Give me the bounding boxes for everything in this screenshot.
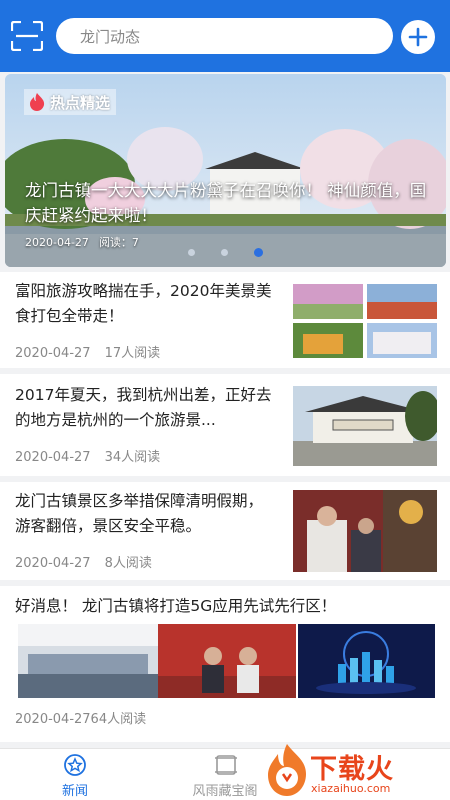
top-bar: 龙门动态: [0, 0, 450, 72]
article-meta: 2020-04-27 17人阅读: [15, 342, 160, 361]
article-title: 龙门古镇景区多举措保障清明假期，游客翻倍，景区安全平稳。: [15, 492, 264, 535]
carousel-indicator[interactable]: [188, 248, 263, 257]
carousel-dot[interactable]: [221, 249, 228, 256]
article-thumbnail: [18, 624, 158, 698]
article-thumbnail: [293, 284, 437, 358]
article-reads: 8人阅读: [104, 556, 152, 571]
article-card[interactable]: 2017年夏天，我到杭州出差，正好去的地方是杭州的一个旅游景... 2020-0…: [0, 374, 450, 476]
article-card[interactable]: 龙门古镇景区多举措保障清明假期，游客翻倍，景区安全平稳。 2020-04-27 8…: [0, 482, 450, 580]
watermark-url: xiazaihuo.com: [311, 782, 391, 795]
nav-label-treasure: 风雨藏宝阁: [192, 784, 258, 799]
hot-tag: 热点精选: [24, 89, 117, 115]
article-meta: 2020-04-2764人阅读: [15, 712, 147, 727]
scroll-icon: [215, 755, 237, 775]
article-date: 2020-04-27: [15, 556, 91, 571]
article-reads: 34人阅读: [104, 450, 161, 465]
scan-icon[interactable]: [10, 20, 44, 52]
plus-icon: [408, 27, 428, 47]
carousel-dot[interactable]: [188, 249, 195, 256]
article-meta: 2020-04-27 34人阅读: [15, 446, 160, 465]
nav-item-treasure[interactable]: 风雨藏宝阁: [175, 749, 275, 800]
search-placeholder: 龙门动态: [80, 28, 141, 46]
fire-logo-icon: [268, 744, 306, 796]
article-date: 2020-04-27: [15, 346, 91, 361]
search-input[interactable]: 龙门动态: [56, 18, 393, 54]
article-title: 2017年夏天，我到杭州出差，正好去的地方是杭州的一个旅游景...: [15, 386, 272, 429]
article-date: 2020-04-27: [15, 450, 91, 465]
article-thumbnail: [298, 624, 435, 698]
add-button[interactable]: [401, 20, 435, 54]
article-meta: 2020-04-27 8人阅读: [15, 552, 152, 571]
watermark: 下载火 xiazaihuo.com: [264, 740, 450, 800]
article-reads: 17人阅读: [104, 346, 161, 361]
watermark-brand: 下载火: [310, 754, 394, 785]
banner-reads: 阅读：7: [98, 236, 139, 249]
article-title: 好消息！ 龙门古镇将打造5G应用先试先行区！: [15, 597, 337, 615]
nav-item-news[interactable]: 新闻: [25, 749, 125, 800]
star-badge-icon: [64, 754, 86, 776]
article-card[interactable]: 富阳旅游攻略揣在手，2020年美景美食打包全带走！ 2020-04-27 17人阅…: [0, 272, 450, 368]
featured-banner[interactable]: 热点精选 龙门古镇一大大大大片粉黛子在召唤你！ 神仙颜值，国庆赶紧约起来啦！ 2…: [5, 74, 446, 267]
nav-label-news: 新闻: [61, 784, 88, 799]
carousel-dot-active[interactable]: [254, 248, 263, 257]
article-card[interactable]: 好消息！ 龙门古镇将打造5G应用先试先行区！ 2020-04-2764人阅读: [0, 586, 450, 742]
article-thumbnail: [293, 490, 437, 572]
article-thumbnail: [158, 624, 296, 698]
banner-meta: 2020-04-27 阅读：7: [25, 234, 139, 250]
banner-date: 2020-04-27: [25, 236, 89, 249]
hot-tag-label: 热点精选: [50, 93, 111, 112]
article-title: 富阳旅游攻略揣在手，2020年美景美食打包全带走！: [15, 282, 272, 325]
banner-title: 龙门古镇一大大大大片粉黛子在召唤你！ 神仙颜值，国庆赶紧约起来啦！: [25, 181, 427, 225]
article-thumbnail: [293, 386, 437, 466]
flame-icon: [30, 93, 45, 111]
